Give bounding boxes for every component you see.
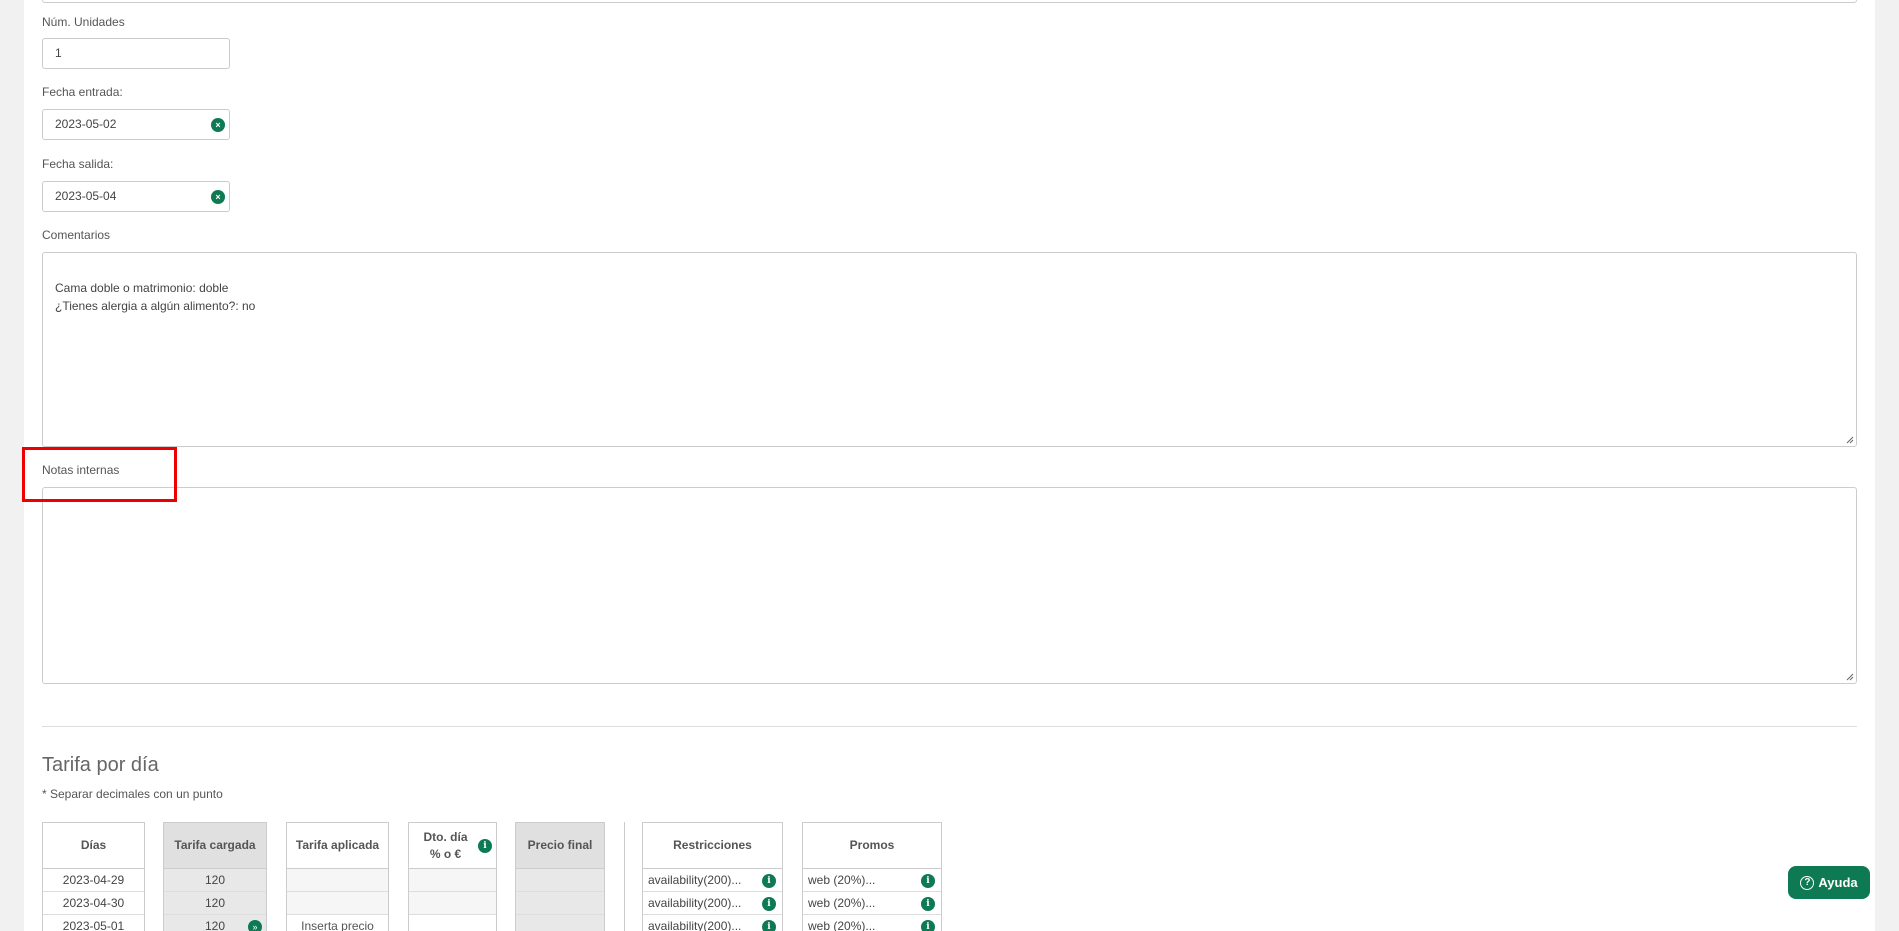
day-cell: 2023-04-30 [43, 892, 144, 915]
loaded-rate-cell: 120 [164, 892, 266, 915]
applied-rate-input[interactable] [287, 869, 388, 892]
checkout-value: 2023-05-04 [55, 189, 117, 203]
restriction-cell: availability(200)... i [643, 869, 782, 892]
info-icon[interactable]: i [762, 920, 776, 931]
loaded-rate-header: Tarifa cargada [164, 823, 266, 869]
restrictions-column: Restricciones availability(200)... i ava… [642, 822, 783, 931]
discount-header-label: Dto. día % o € [423, 829, 468, 861]
final-price-column: Precio final [515, 822, 605, 931]
help-label: Ayuda [1818, 875, 1858, 890]
applied-rate-column: Tarifa aplicada Inserta precio [286, 822, 389, 931]
resize-grip-icon[interactable] [1844, 434, 1854, 444]
day-cell: 2023-04-29 [43, 869, 144, 892]
top-field-edge[interactable] [42, 0, 1857, 3]
promo-value: web (20%)... [808, 896, 876, 910]
promo-cell: web (20%)... i [803, 915, 941, 931]
checkin-label: Fecha entrada: [42, 85, 123, 99]
loaded-rate-value: 120 [204, 919, 226, 931]
info-icon[interactable]: i [762, 897, 776, 911]
highlight-box [22, 447, 177, 502]
clear-checkin-icon[interactable]: × [211, 118, 225, 132]
info-icon[interactable]: i [921, 897, 935, 911]
restriction-cell: availability(200)... i [643, 915, 782, 931]
discount-input[interactable] [409, 892, 496, 915]
resize-grip-icon[interactable] [1844, 671, 1854, 681]
promos-column: Promos web (20%)... i web (20%)... i web… [802, 822, 942, 931]
promo-value: web (20%)... [808, 919, 876, 931]
units-input[interactable]: 1 [42, 38, 230, 69]
final-price-cell [516, 892, 604, 915]
restriction-value: availability(200)... [648, 873, 742, 887]
rates-note: * Separar decimales con un punto [42, 787, 223, 801]
days-header: Días [43, 823, 144, 869]
info-icon[interactable]: i [921, 920, 935, 931]
restrictions-header: Restricciones [643, 823, 782, 869]
column-separator [624, 822, 625, 931]
applied-rate-input[interactable] [287, 892, 388, 915]
restriction-cell: availability(200)... i [643, 892, 782, 915]
question-icon: ? [1800, 875, 1815, 890]
comments-textarea[interactable]: Cama doble o matrimonio: doble ¿Tienes a… [42, 252, 1857, 447]
loaded-rate-cell: 120 » [164, 915, 266, 931]
applied-rate-header: Tarifa aplicada [287, 823, 388, 869]
restriction-value: availability(200)... [648, 919, 742, 931]
checkin-input[interactable]: 2023-05-02 × [42, 109, 230, 140]
checkout-label: Fecha salida: [42, 157, 114, 171]
notes-textarea[interactable] [42, 487, 1857, 684]
final-price-header: Precio final [516, 823, 604, 869]
applied-rate-input[interactable]: Inserta precio [287, 915, 388, 931]
promos-header: Promos [803, 823, 941, 869]
units-label: Núm. Unidades [42, 15, 125, 29]
promo-value: web (20%)... [808, 873, 876, 887]
loaded-rate-cell: 120 [164, 869, 266, 892]
comments-label: Comentarios [42, 228, 111, 242]
days-column: Días 2023-04-29 2023-04-30 2023-05-01 [42, 822, 145, 931]
discount-header: Dto. día % o € i [409, 823, 496, 869]
final-price-cell [516, 869, 604, 892]
form-panel [24, 0, 1875, 931]
info-icon[interactable]: i [478, 839, 492, 853]
copy-rate-icon[interactable]: » [248, 920, 262, 931]
promo-cell: web (20%)... i [803, 892, 941, 915]
info-icon[interactable]: i [762, 874, 776, 888]
checkout-input[interactable]: 2023-05-04 × [42, 181, 230, 212]
final-price-cell [516, 915, 604, 931]
loaded-rate-column: Tarifa cargada 120 120 120 » [163, 822, 267, 931]
promo-cell: web (20%)... i [803, 869, 941, 892]
rates-title: Tarifa por día [42, 754, 159, 776]
discount-input[interactable] [409, 915, 496, 931]
discount-column: Dto. día % o € i [408, 822, 497, 931]
clear-checkout-icon[interactable]: × [211, 190, 225, 204]
section-divider [42, 726, 1857, 727]
day-cell: 2023-05-01 [43, 915, 144, 931]
help-button[interactable]: ? Ayuda [1788, 866, 1870, 899]
comments-value: Cama doble o matrimonio: doble ¿Tienes a… [55, 281, 256, 313]
info-icon[interactable]: i [921, 874, 935, 888]
checkin-value: 2023-05-02 [55, 117, 117, 131]
discount-input[interactable] [409, 869, 496, 892]
restriction-value: availability(200)... [648, 896, 742, 910]
